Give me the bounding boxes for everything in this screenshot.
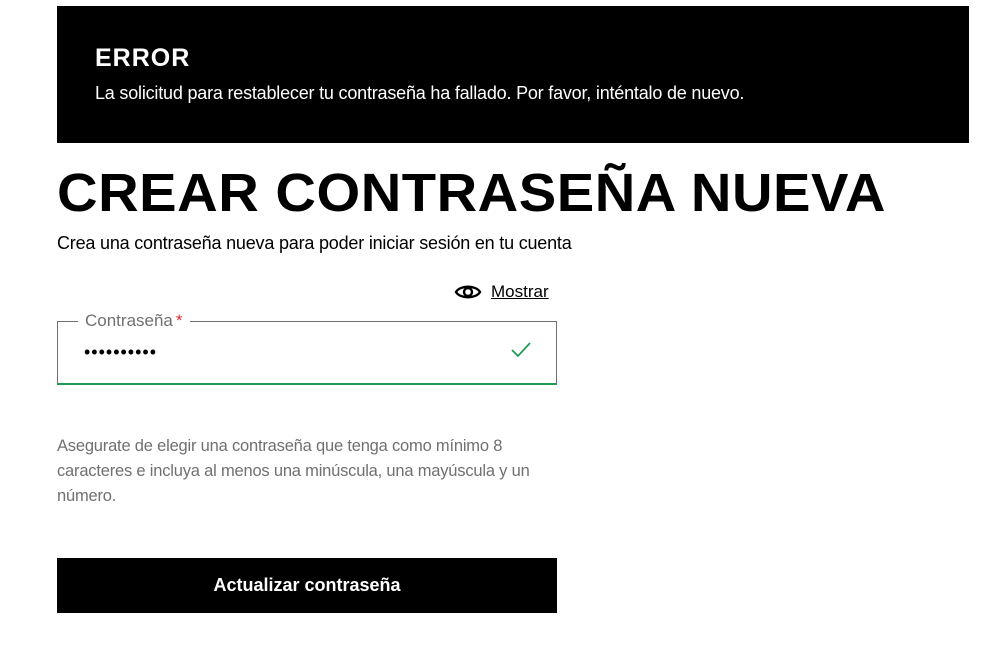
- error-message: La solicitud para restablecer tu contras…: [95, 83, 745, 103]
- password-field[interactable]: Contraseña * ••••••••••: [57, 311, 557, 385]
- reset-password-page: ERROR La solicitud para restablecer tu c…: [0, 0, 997, 652]
- password-input[interactable]: ••••••••••: [84, 339, 157, 365]
- error-banner: ERROR La solicitud para restablecer tu c…: [57, 6, 969, 143]
- password-field-label: Contraseña *: [78, 311, 190, 331]
- page-subtitle: Crea una contraseña nueva para poder ini…: [57, 233, 572, 253]
- required-marker: *: [175, 311, 183, 330]
- password-hint: Asegurate de elegir una contraseña que t…: [57, 437, 530, 505]
- show-password-label[interactable]: Mostrar: [491, 280, 549, 304]
- update-password-button[interactable]: Actualizar contraseña: [57, 558, 557, 613]
- show-password-toggle[interactable]: Mostrar: [454, 280, 549, 304]
- eye-icon: [454, 282, 482, 302]
- error-title: ERROR: [95, 44, 191, 72]
- page-title: CREAR CONTRASEÑA NUEVA: [57, 163, 886, 223]
- check-icon: [510, 341, 532, 364]
